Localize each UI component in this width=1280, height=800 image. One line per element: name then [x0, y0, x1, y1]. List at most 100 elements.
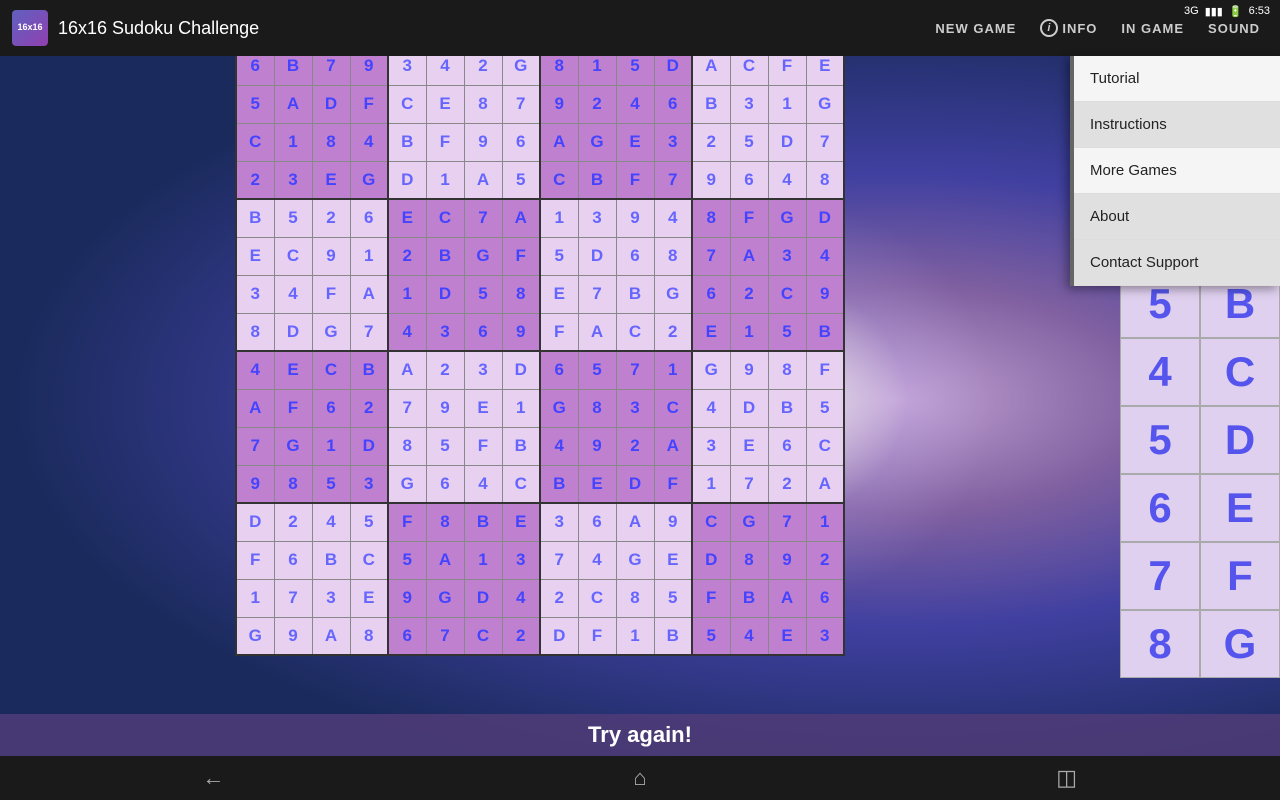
- cell-14-5[interactable]: G: [426, 579, 464, 617]
- cell-14-15[interactable]: 6: [806, 579, 844, 617]
- cell-3-13[interactable]: 6: [730, 161, 768, 199]
- cell-5-11[interactable]: 8: [654, 237, 692, 275]
- cell-3-1[interactable]: 3: [274, 161, 312, 199]
- cell-15-11[interactable]: B: [654, 617, 692, 655]
- cell-8-15[interactable]: F: [806, 351, 844, 389]
- cell-3-5[interactable]: 1: [426, 161, 464, 199]
- cell-11-8[interactable]: B: [540, 465, 578, 503]
- cell-6-6[interactable]: 5: [464, 275, 502, 313]
- cell-13-7[interactable]: 3: [502, 541, 540, 579]
- cell-11-14[interactable]: 2: [768, 465, 806, 503]
- cell-1-5[interactable]: E: [426, 85, 464, 123]
- cell-5-0[interactable]: E: [236, 237, 274, 275]
- cell-8-0[interactable]: 4: [236, 351, 274, 389]
- cell-13-10[interactable]: G: [616, 541, 654, 579]
- cell-14-2[interactable]: 3: [312, 579, 350, 617]
- cell-3-15[interactable]: 8: [806, 161, 844, 199]
- cell-5-4[interactable]: 2: [388, 237, 426, 275]
- cell-15-12[interactable]: 5: [692, 617, 730, 655]
- cell-2-12[interactable]: 2: [692, 123, 730, 161]
- cell-5-5[interactable]: B: [426, 237, 464, 275]
- cell-15-15[interactable]: 3: [806, 617, 844, 655]
- cell-10-7[interactable]: B: [502, 427, 540, 465]
- menu-instructions[interactable]: Instructions: [1074, 102, 1280, 148]
- cell-14-13[interactable]: B: [730, 579, 768, 617]
- cell-11-6[interactable]: 4: [464, 465, 502, 503]
- cell-1-10[interactable]: 4: [616, 85, 654, 123]
- cell-4-7[interactable]: A: [502, 199, 540, 237]
- cell-4-10[interactable]: 9: [616, 199, 654, 237]
- cell-11-0[interactable]: 9: [236, 465, 274, 503]
- home-button[interactable]: ⌂: [427, 756, 854, 800]
- cell-12-9[interactable]: 6: [578, 503, 616, 541]
- cell-12-6[interactable]: B: [464, 503, 502, 541]
- cell-6-14[interactable]: C: [768, 275, 806, 313]
- cell-1-9[interactable]: 2: [578, 85, 616, 123]
- cell-8-3[interactable]: B: [350, 351, 388, 389]
- cell-1-11[interactable]: 6: [654, 85, 692, 123]
- cell-8-14[interactable]: 8: [768, 351, 806, 389]
- cell-13-4[interactable]: 5: [388, 541, 426, 579]
- cell-7-7[interactable]: 9: [502, 313, 540, 351]
- cell-13-8[interactable]: 7: [540, 541, 578, 579]
- cell-6-2[interactable]: F: [312, 275, 350, 313]
- cell-5-6[interactable]: G: [464, 237, 502, 275]
- cell-9-0[interactable]: A: [236, 389, 274, 427]
- cell-6-1[interactable]: 4: [274, 275, 312, 313]
- cell-7-8[interactable]: F: [540, 313, 578, 351]
- num-btn-G[interactable]: G: [1200, 610, 1280, 678]
- cell-8-1[interactable]: E: [274, 351, 312, 389]
- cell-1-6[interactable]: 8: [464, 85, 502, 123]
- cell-6-3[interactable]: A: [350, 275, 388, 313]
- cell-12-4[interactable]: F: [388, 503, 426, 541]
- cell-14-8[interactable]: 2: [540, 579, 578, 617]
- cell-5-14[interactable]: 3: [768, 237, 806, 275]
- cell-15-5[interactable]: 7: [426, 617, 464, 655]
- cell-10-2[interactable]: 1: [312, 427, 350, 465]
- cell-7-6[interactable]: 6: [464, 313, 502, 351]
- cell-11-3[interactable]: 3: [350, 465, 388, 503]
- cell-3-4[interactable]: D: [388, 161, 426, 199]
- cell-9-11[interactable]: C: [654, 389, 692, 427]
- cell-11-11[interactable]: F: [654, 465, 692, 503]
- cell-10-11[interactable]: A: [654, 427, 692, 465]
- cell-4-1[interactable]: 5: [274, 199, 312, 237]
- cell-5-2[interactable]: 9: [312, 237, 350, 275]
- cell-9-10[interactable]: 3: [616, 389, 654, 427]
- cell-3-6[interactable]: A: [464, 161, 502, 199]
- cell-15-6[interactable]: C: [464, 617, 502, 655]
- cell-2-13[interactable]: 5: [730, 123, 768, 161]
- cell-9-3[interactable]: 2: [350, 389, 388, 427]
- cell-15-1[interactable]: 9: [274, 617, 312, 655]
- cell-14-0[interactable]: 1: [236, 579, 274, 617]
- cell-14-11[interactable]: 5: [654, 579, 692, 617]
- cell-10-12[interactable]: 3: [692, 427, 730, 465]
- cell-11-15[interactable]: A: [806, 465, 844, 503]
- cell-15-7[interactable]: 2: [502, 617, 540, 655]
- cell-4-11[interactable]: 4: [654, 199, 692, 237]
- cell-1-13[interactable]: 3: [730, 85, 768, 123]
- cell-12-1[interactable]: 2: [274, 503, 312, 541]
- cell-15-2[interactable]: A: [312, 617, 350, 655]
- cell-12-0[interactable]: D: [236, 503, 274, 541]
- cell-10-4[interactable]: 8: [388, 427, 426, 465]
- num-btn-8[interactable]: 8: [1120, 610, 1200, 678]
- cell-13-11[interactable]: E: [654, 541, 692, 579]
- cell-6-7[interactable]: 8: [502, 275, 540, 313]
- cell-12-8[interactable]: 3: [540, 503, 578, 541]
- cell-8-5[interactable]: 2: [426, 351, 464, 389]
- cell-2-7[interactable]: 6: [502, 123, 540, 161]
- cell-4-14[interactable]: G: [768, 199, 806, 237]
- cell-5-10[interactable]: 6: [616, 237, 654, 275]
- cell-1-8[interactable]: 9: [540, 85, 578, 123]
- cell-8-4[interactable]: A: [388, 351, 426, 389]
- num-btn-6[interactable]: 6: [1120, 474, 1200, 542]
- cell-15-10[interactable]: 1: [616, 617, 654, 655]
- cell-3-0[interactable]: 2: [236, 161, 274, 199]
- cell-12-13[interactable]: G: [730, 503, 768, 541]
- cell-13-3[interactable]: C: [350, 541, 388, 579]
- cell-4-9[interactable]: 3: [578, 199, 616, 237]
- cell-13-1[interactable]: 6: [274, 541, 312, 579]
- cell-9-2[interactable]: 6: [312, 389, 350, 427]
- cell-14-4[interactable]: 9: [388, 579, 426, 617]
